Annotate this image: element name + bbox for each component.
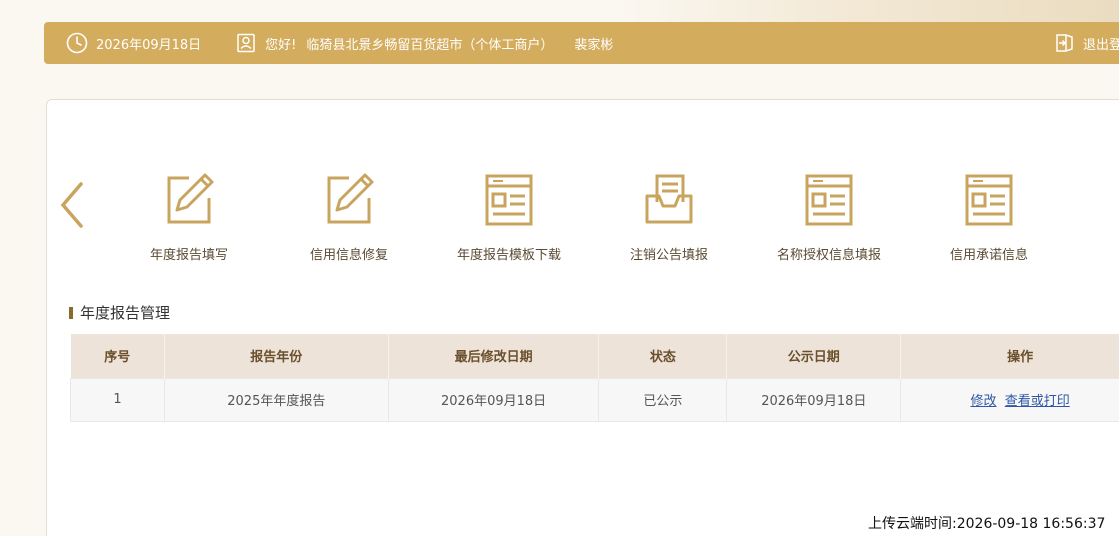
func-name-authorization[interactable]: 名称授权信息填报 bbox=[749, 172, 909, 272]
cell-modified: 2026年09月18日 bbox=[387, 377, 600, 422]
func-credit-repair[interactable]: 信用信息修复 bbox=[269, 172, 429, 272]
user-name: 裴家彬 bbox=[574, 37, 614, 53]
func-label: 年度报告模板下载 bbox=[456, 248, 561, 263]
table-row: 1 2025年年度报告 2026年09月18日 已公示 2026年09月18日 … bbox=[70, 377, 1119, 422]
table-header-row: 序号 报告年份 最后修改日期 状态 公示日期 操作 bbox=[70, 334, 1119, 378]
clock-icon bbox=[66, 32, 88, 54]
annual-report-table: 序号 报告年份 最后修改日期 状态 公示日期 操作 1 2025年年度报告 20… bbox=[70, 334, 1119, 422]
column-header-actions: 操作 bbox=[900, 334, 1119, 378]
inbox-icon bbox=[645, 174, 693, 224]
document-icon bbox=[485, 174, 533, 226]
current-date: 2026年09月18日 bbox=[96, 37, 202, 53]
top-decoration bbox=[0, 0, 1119, 22]
logout-button[interactable]: 退出登录 bbox=[1054, 22, 1119, 64]
section-title: 年度报告管理 bbox=[69, 302, 170, 323]
section-title-text: 年度报告管理 bbox=[80, 304, 171, 322]
cell-year: 2025年年度报告 bbox=[163, 377, 389, 422]
func-label: 名称授权信息填报 bbox=[776, 248, 881, 263]
cell-index: 1 bbox=[70, 377, 165, 422]
column-header-index: 序号 bbox=[70, 334, 165, 378]
view-print-link[interactable]: 查看或打印 bbox=[1005, 394, 1070, 409]
chevron-left-icon[interactable] bbox=[57, 180, 87, 230]
cell-status: 已公示 bbox=[598, 377, 728, 422]
edit-link[interactable]: 修改 bbox=[970, 394, 996, 409]
column-header-publish-date: 公示日期 bbox=[726, 334, 902, 378]
func-label: 信用信息修复 bbox=[309, 248, 388, 263]
cell-publish-date: 2026年09月18日 bbox=[726, 377, 902, 422]
logout-label: 退出登录 bbox=[1083, 37, 1119, 53]
func-template-download[interactable]: 年度报告模板下载 bbox=[429, 172, 589, 272]
column-header-year: 报告年份 bbox=[164, 334, 389, 378]
document-icon bbox=[965, 174, 1013, 226]
column-header-status: 状态 bbox=[598, 334, 728, 378]
func-label: 年度报告填写 bbox=[149, 248, 228, 263]
edit-icon bbox=[327, 173, 374, 224]
func-label: 信用承诺信息 bbox=[949, 248, 1028, 263]
greeting-text: 您好! bbox=[265, 37, 297, 53]
user-icon bbox=[237, 33, 255, 53]
company-name: 临猗县北景乡畅留百货超市（个体工商户） bbox=[306, 37, 554, 53]
func-annual-report-fill[interactable]: 年度报告填写 bbox=[109, 172, 269, 272]
func-label: 注销公告填报 bbox=[629, 248, 708, 263]
edit-icon bbox=[167, 173, 214, 224]
upload-time-text: 上传云端时间:2026-09-18 16:56:37 bbox=[868, 516, 1106, 532]
top-header-bar: 2026年09月18日 您好! 临猗县北景乡畅留百货超市（个体工商户） 裴家彬 … bbox=[44, 22, 1119, 64]
column-header-modified: 最后修改日期 bbox=[388, 334, 600, 378]
cell-actions: 修改 查看或打印 bbox=[900, 377, 1119, 422]
document-icon bbox=[805, 174, 853, 226]
main-panel: 年度报告填写 信用信息修复 年度报告模板下载 注销公告填报 名称授权信息填报 信… bbox=[46, 99, 1119, 536]
func-credit-commitment[interactable]: 信用承诺信息 bbox=[909, 172, 1069, 272]
logout-icon bbox=[1056, 33, 1073, 53]
section-title-marker bbox=[69, 306, 73, 319]
func-deregistration-notice[interactable]: 注销公告填报 bbox=[589, 172, 749, 272]
